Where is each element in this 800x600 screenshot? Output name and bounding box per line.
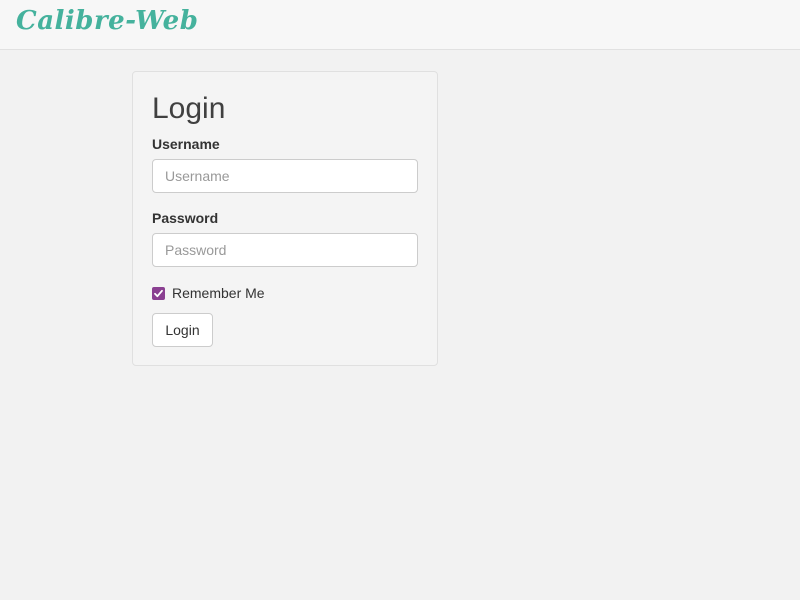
username-input[interactable]: [152, 159, 418, 193]
login-button[interactable]: Login: [152, 313, 213, 347]
page-title: Login: [152, 92, 226, 125]
remember-me-checkbox[interactable]: [152, 286, 165, 300]
remember-me-label: Remember Me: [172, 285, 265, 301]
remember-me-toggle[interactable]: Remember Me: [152, 284, 265, 302]
check-icon: [154, 289, 163, 297]
password-label: Password: [152, 210, 219, 226]
top-navbar: Calibre-Web: [0, 0, 800, 50]
brand-logo-link[interactable]: Calibre-Web: [16, 6, 198, 36]
login-panel: Login Username Password Remember Me Logi…: [132, 71, 438, 366]
password-input[interactable]: [152, 233, 418, 267]
username-label: Username: [152, 136, 220, 152]
